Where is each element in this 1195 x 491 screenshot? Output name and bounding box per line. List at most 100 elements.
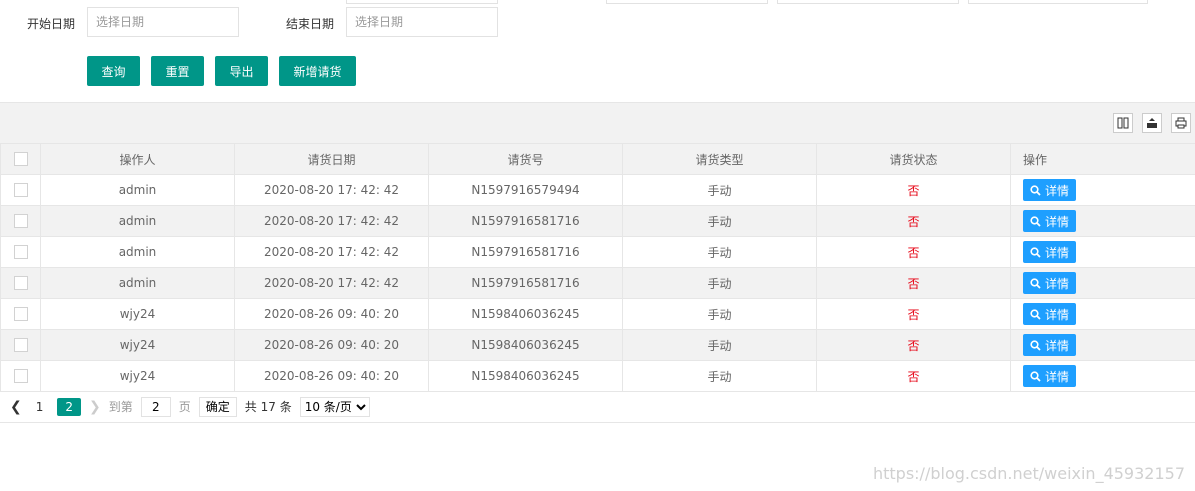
- table-cell: N1597916581716: [428, 205, 623, 237]
- page-unit-label: 页: [178, 400, 191, 414]
- cutoff-input: [777, 0, 959, 4]
- start-date-input[interactable]: [87, 7, 239, 37]
- columns-icon[interactable]: [1113, 113, 1133, 133]
- table-cell: 2020-08-20 17: 42: 42: [234, 267, 429, 299]
- start-date-label: 开始日期: [27, 17, 76, 31]
- action-cell: 详情: [1010, 298, 1195, 330]
- search-icon: [1030, 277, 1041, 289]
- export-icon[interactable]: [1142, 113, 1162, 133]
- row-checkbox[interactable]: [13, 214, 28, 229]
- search-icon: [1030, 339, 1041, 351]
- goto-page-input[interactable]: [140, 396, 171, 417]
- row-checkbox[interactable]: [13, 307, 28, 322]
- row-select-cell[interactable]: [0, 298, 41, 330]
- table-row: admin 2020-08-20 17: 42: 42 N1597916581716…: [0, 236, 1195, 268]
- query-button[interactable]: 查询: [87, 56, 140, 86]
- table-cell: admin: [40, 205, 235, 237]
- search-icon: [1030, 246, 1041, 258]
- detail-label: 详情: [1045, 369, 1070, 384]
- watermark: https://blog.csdn.net/weixin_45932157: [872, 464, 1185, 483]
- reset-button[interactable]: 重置: [151, 56, 204, 86]
- table-row: admin 2020-08-20 17: 42: 42 N1597916579494…: [0, 174, 1195, 206]
- action-cell: 详情: [1010, 236, 1195, 268]
- table-cell: 手动: [622, 360, 817, 392]
- table-cell: 否: [816, 329, 1011, 361]
- detail-button[interactable]: 详情: [1023, 334, 1077, 356]
- cutoff-input: [968, 0, 1148, 4]
- goto-confirm-button[interactable]: 确定: [198, 396, 237, 417]
- search-icon: [1030, 308, 1041, 320]
- table-cell: N1597916581716: [428, 267, 623, 299]
- row-select-cell[interactable]: [0, 329, 41, 361]
- table-cell: wjy24: [40, 298, 235, 330]
- detail-button[interactable]: 详情: [1023, 365, 1077, 387]
- goto-label: 到第: [108, 400, 133, 414]
- table-toolbar: [0, 102, 1195, 143]
- end-date-input[interactable]: [346, 7, 498, 37]
- action-cell: 详情: [1010, 329, 1195, 361]
- detail-label: 详情: [1045, 276, 1070, 291]
- table-row: wjy24 2020-08-26 09: 40: 20 N1598406036245…: [0, 298, 1195, 330]
- table-cell: 2020-08-26 09: 40: 20: [234, 329, 429, 361]
- column-header: 请货号: [428, 143, 623, 175]
- row-select-cell[interactable]: [0, 236, 41, 268]
- search-icon: [1030, 370, 1041, 382]
- table-cell: 手动: [622, 267, 817, 299]
- row-select-cell[interactable]: [0, 267, 41, 299]
- page-size-select[interactable]: 10 条/页: [299, 396, 370, 417]
- search-icon: [1030, 184, 1041, 196]
- table-cell: wjy24: [40, 360, 235, 392]
- detail-label: 详情: [1045, 338, 1070, 353]
- next-page-icon[interactable]: ❯: [89, 399, 101, 415]
- table-cell: wjy24: [40, 329, 235, 361]
- add-request-button[interactable]: 新增请货: [279, 56, 356, 86]
- action-cell: 详情: [1010, 267, 1195, 299]
- select-all-cell[interactable]: [0, 143, 41, 175]
- cutoff-input: [606, 0, 768, 4]
- export-button[interactable]: 导出: [215, 56, 268, 86]
- detail-label: 详情: [1045, 307, 1070, 322]
- row-checkbox[interactable]: [13, 369, 28, 384]
- table-cell: admin: [40, 236, 235, 268]
- column-header: 请货日期: [234, 143, 429, 175]
- page-1-link[interactable]: 1: [30, 398, 50, 416]
- row-checkbox[interactable]: [13, 245, 28, 260]
- table-cell: 手动: [622, 329, 817, 361]
- row-checkbox[interactable]: [13, 276, 28, 291]
- table-cell: admin: [40, 174, 235, 206]
- column-header: 请货状态: [816, 143, 1011, 175]
- table-row: admin 2020-08-20 17: 42: 42 N1597916581716…: [0, 267, 1195, 299]
- row-select-cell[interactable]: [0, 174, 41, 206]
- table-cell: 否: [816, 174, 1011, 206]
- table-cell: 2020-08-20 17: 42: 42: [234, 205, 429, 237]
- row-checkbox[interactable]: [13, 338, 28, 353]
- detail-button[interactable]: 详情: [1023, 303, 1077, 325]
- detail-button[interactable]: 详情: [1023, 210, 1077, 232]
- table-cell: 否: [816, 267, 1011, 299]
- page-2-current[interactable]: 2: [57, 397, 82, 416]
- table-row: admin 2020-08-20 17: 42: 42 N1597916581716…: [0, 205, 1195, 237]
- column-header: 操作: [1010, 143, 1195, 175]
- row-checkbox[interactable]: [13, 183, 28, 198]
- row-select-cell[interactable]: [0, 205, 41, 237]
- table-cell: 2020-08-26 09: 40: 20: [234, 298, 429, 330]
- prev-page-icon[interactable]: ❮: [10, 399, 22, 415]
- table-row: wjy24 2020-08-26 09: 40: 20 N1598406036245…: [0, 360, 1195, 392]
- table-cell: 2020-08-26 09: 40: 20: [234, 360, 429, 392]
- action-cell: 详情: [1010, 360, 1195, 392]
- table-cell: N1597916579494: [428, 174, 623, 206]
- table-cell: 手动: [622, 174, 817, 206]
- table-cell: N1597916581716: [428, 236, 623, 268]
- total-count: 共 17 条: [244, 400, 292, 414]
- detail-button[interactable]: 详情: [1023, 272, 1077, 294]
- detail-label: 详情: [1045, 214, 1070, 229]
- print-icon[interactable]: [1171, 113, 1191, 133]
- row-select-cell[interactable]: [0, 360, 41, 392]
- table-cell: 否: [816, 205, 1011, 237]
- detail-button[interactable]: 详情: [1023, 179, 1077, 201]
- detail-button[interactable]: 详情: [1023, 241, 1077, 263]
- select-all-checkbox[interactable]: [13, 152, 28, 167]
- table-cell: 否: [816, 360, 1011, 392]
- column-header: 操作人: [40, 143, 235, 175]
- action-cell: 详情: [1010, 174, 1195, 206]
